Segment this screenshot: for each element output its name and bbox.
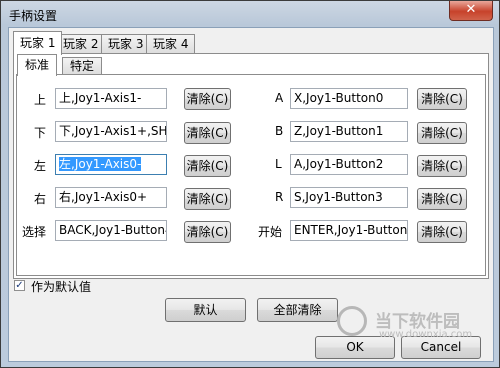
- watermark-logo-icon: [337, 306, 367, 336]
- up-field[interactable]: 上,Joy1-Axis1-: [55, 88, 167, 109]
- down-field[interactable]: 下,Joy1-Axis1+,SHIFT: [55, 121, 167, 142]
- tab-player-1[interactable]: 玩家 1: [13, 31, 63, 55]
- default-checkbox[interactable]: ✓: [14, 280, 25, 291]
- clear-a-button[interactable]: 清除(C): [417, 88, 467, 110]
- clear-l-button[interactable]: 清除(C): [417, 155, 467, 177]
- tab-player-2[interactable]: 玩家 2: [56, 34, 106, 54]
- tab-specific[interactable]: 特定: [62, 57, 103, 75]
- close-icon: ✕: [465, 2, 477, 17]
- left-field-selection: 左,Joy1-Axis0-: [59, 157, 142, 171]
- label-right: 右: [34, 192, 47, 206]
- right-field[interactable]: 右,Joy1-Axis0+: [55, 187, 167, 208]
- clear-r-button[interactable]: 清除(C): [417, 188, 467, 210]
- clear-b-button[interactable]: 清除(C): [417, 122, 467, 144]
- mapping-panel: 上 上,Joy1-Axis1- 清除(C) 下 下,Joy1-Axis1+,SH…: [16, 74, 486, 276]
- default-button[interactable]: 默认: [165, 298, 246, 322]
- l-field[interactable]: A,Joy1-Button2: [290, 154, 408, 175]
- r-field[interactable]: S,Joy1-Button3: [290, 187, 408, 208]
- label-l: L: [275, 157, 282, 171]
- clear-up-button[interactable]: 清除(C): [184, 88, 231, 110]
- select-field[interactable]: BACK,Joy1-Button4: [55, 220, 167, 241]
- tab-player-4[interactable]: 玩家 4: [146, 34, 196, 54]
- label-a: A: [275, 91, 284, 105]
- title-bar: 手柄设置 ✕: [1, 1, 499, 27]
- check-icon: ✓: [15, 280, 24, 291]
- watermark-url: www.downxia.com: [379, 329, 473, 340]
- clear-down-button[interactable]: 清除(C): [184, 122, 231, 144]
- tab-standard[interactable]: 标准: [17, 54, 58, 76]
- label-r: R: [275, 190, 284, 204]
- b-field[interactable]: Z,Joy1-Button1: [290, 121, 408, 142]
- close-button[interactable]: ✕: [449, 1, 493, 21]
- label-up: 上: [34, 93, 47, 107]
- settings-dialog: 手柄设置 ✕ 玩家 1 玩家 2 玩家 3 玩家 4 标准 特定 上 上,Joy…: [0, 0, 500, 368]
- clear-start-button[interactable]: 清除(C): [417, 221, 467, 243]
- left-field[interactable]: 左,Joy1-Axis0-: [55, 154, 167, 175]
- label-down: 下: [34, 126, 47, 140]
- clear-all-button[interactable]: 全部清除: [257, 298, 338, 322]
- label-b: B: [275, 124, 284, 138]
- label-left: 左: [34, 159, 47, 173]
- player-panel: 标准 特定 上 上,Joy1-Axis1- 清除(C) 下 下,Joy1-Axi…: [13, 53, 489, 279]
- clear-left-button[interactable]: 清除(C): [184, 155, 231, 177]
- label-select: 选择: [22, 225, 47, 239]
- tab-player-3[interactable]: 玩家 3: [101, 34, 151, 54]
- a-field[interactable]: X,Joy1-Button0: [290, 88, 408, 109]
- dialog-body: 玩家 1 玩家 2 玩家 3 玩家 4 标准 特定 上 上,Joy1-Axis1…: [8, 27, 494, 362]
- start-field[interactable]: ENTER,Joy1-Button5: [290, 220, 408, 241]
- label-start: 开始: [258, 225, 283, 239]
- clear-select-button[interactable]: 清除(C): [184, 221, 231, 243]
- window-title: 手柄设置: [9, 9, 58, 23]
- default-checkbox-label[interactable]: 作为默认值: [31, 278, 91, 295]
- clear-right-button[interactable]: 清除(C): [184, 188, 231, 210]
